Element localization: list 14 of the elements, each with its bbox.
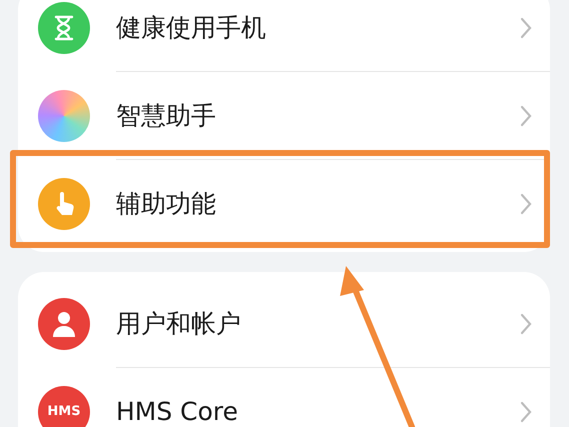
chevron-icon bbox=[520, 104, 532, 126]
setting-label[interactable]: 用户和帐户 bbox=[116, 304, 520, 342]
setting-label[interactable]: 辅助功能 bbox=[116, 185, 520, 223]
person-icon bbox=[38, 298, 90, 350]
gradient-orb-icon bbox=[38, 90, 90, 142]
setting-label[interactable]: 健康使用手机 bbox=[116, 8, 520, 46]
hms-icon: HMS bbox=[38, 386, 90, 427]
chevron-icon bbox=[520, 193, 532, 215]
chevron-icon bbox=[520, 312, 532, 334]
setting-label[interactable]: HMS Core bbox=[116, 393, 520, 427]
chevron-icon bbox=[520, 16, 532, 38]
chevron-icon bbox=[520, 401, 532, 423]
setting-label[interactable]: 智慧助手 bbox=[116, 96, 520, 134]
pointing-hand-icon bbox=[38, 178, 90, 230]
